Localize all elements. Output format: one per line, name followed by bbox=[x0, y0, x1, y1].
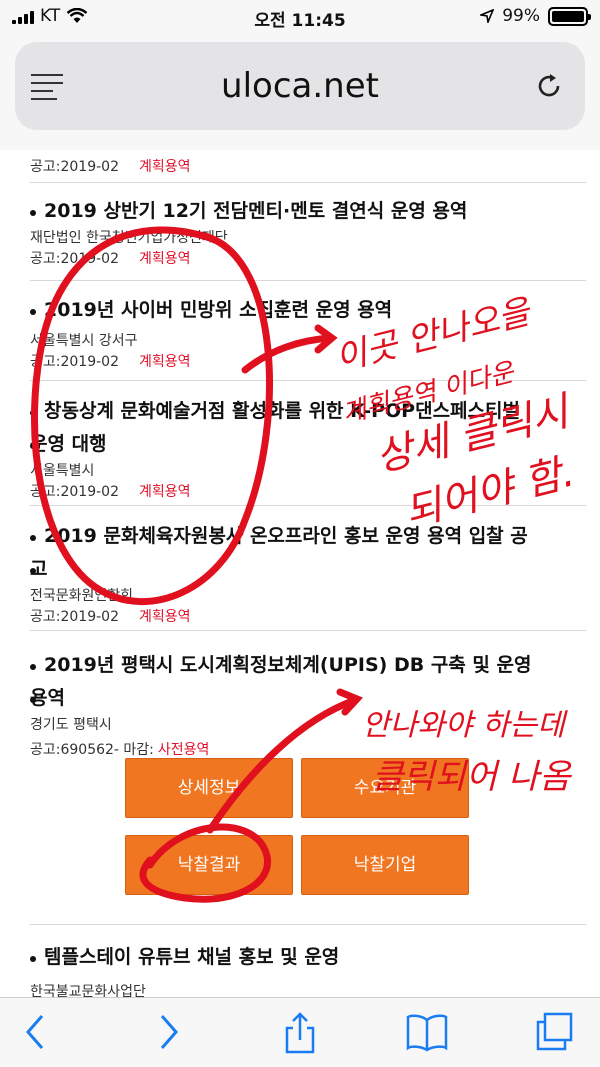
page-content: 공고:2019-02 계획용역 2019 상반기 12기 전담멘티·멘토 결연식 … bbox=[0, 150, 600, 997]
list-item[interactable]: 2019 상반기 12기 전담멘티·멘토 결연식 운영 용역 재단법인 한국청년… bbox=[30, 183, 586, 281]
item-title[interactable]: 2019년 사이버 민방위 소집훈련 운영 용역 bbox=[30, 294, 586, 327]
item-org: 경기도 평택시 bbox=[30, 717, 112, 733]
item-tag: 계획용역 bbox=[138, 251, 191, 267]
item-org: 서울특별시 bbox=[30, 463, 95, 479]
item-date: 공고:2019-02 bbox=[30, 609, 119, 625]
reload-icon[interactable] bbox=[537, 72, 563, 100]
battery-percent: 99% bbox=[502, 6, 540, 26]
item-date: 공고:2019-02 bbox=[30, 159, 119, 175]
item-meta: 공고:2019-02 계획용역 bbox=[30, 157, 586, 178]
item-org: 한국불교문화사업단 bbox=[30, 984, 146, 997]
item-meta: 공고:2019-02 계획용역 bbox=[30, 249, 586, 270]
battery-icon bbox=[548, 6, 591, 26]
item-title-line1[interactable]: 2019년 평택시 도시계획정보체계(UPIS) DB 구축 및 운영 bbox=[30, 649, 586, 682]
item-title-line1[interactable]: 창동상계 문화예술거점 활성화를 위한 K-POP댄스페스티벌 bbox=[30, 395, 586, 428]
item-date: 공고:2019-02 bbox=[30, 354, 119, 370]
item-title-line1[interactable]: 2019 문화체육자원봉사 온오프라인 홍보 운영 용역 입찰 공 bbox=[30, 520, 586, 553]
item-title-line2[interactable]: 운영 대행 bbox=[30, 428, 586, 461]
winning-company-button[interactable]: 낙찰기업 bbox=[301, 835, 469, 895]
item-org: 서울특별시 강서구 bbox=[30, 333, 138, 349]
item-meta: 공고:2019-02 계획용역 bbox=[30, 607, 586, 628]
item-date: 공고:2019-02 bbox=[30, 251, 119, 267]
item-date: 공고:690562- 마감: bbox=[30, 742, 154, 758]
tabs-icon[interactable] bbox=[535, 1012, 575, 1052]
url-text[interactable]: uloca.net bbox=[15, 66, 585, 106]
demand-agency-button[interactable]: 수요기관 bbox=[301, 758, 469, 818]
forward-icon[interactable] bbox=[158, 1012, 182, 1052]
item-title-line2[interactable]: 용역 bbox=[30, 682, 586, 715]
list-item[interactable]: 2019년 사이버 민방위 소집훈련 운영 용역 서울특별시 강서구 공고:20… bbox=[30, 281, 586, 381]
share-icon[interactable] bbox=[283, 1012, 317, 1054]
address-bar[interactable]: uloca.net bbox=[15, 42, 585, 130]
bottom-toolbar bbox=[0, 997, 600, 1067]
list-item[interactable]: 공고:2019-02 계획용역 bbox=[30, 150, 586, 183]
bid-result-button[interactable]: 낙찰결과 bbox=[125, 835, 293, 895]
item-org: 전국문화원연합회 bbox=[30, 588, 134, 604]
item-title-line2[interactable]: 고 bbox=[30, 553, 586, 586]
bookmarks-icon[interactable] bbox=[405, 1012, 449, 1052]
status-right: 99% bbox=[480, 6, 591, 26]
item-meta: 공고:2019-02 계획용역 bbox=[30, 352, 586, 373]
list-item[interactable]: 2019 문화체육자원봉사 온오프라인 홍보 운영 용역 입찰 공 고 전국문화… bbox=[30, 506, 586, 631]
item-date: 공고:2019-02 bbox=[30, 484, 119, 500]
item-title[interactable]: 2019 상반기 12기 전담멘티·멘토 결연식 운영 용역 bbox=[30, 195, 586, 228]
item-meta: 공고:2019-02 계획용역 bbox=[30, 482, 586, 503]
item-tag: 계획용역 bbox=[138, 609, 191, 625]
location-arrow-icon bbox=[480, 9, 495, 23]
status-bar: KT 오전 11:45 99% bbox=[0, 0, 600, 40]
list-item[interactable]: 템플스테이 유튜브 채널 홍보 및 운영 한국불교문화사업단 bbox=[30, 925, 586, 997]
item-org: 재단법인 한국청년기업가정신재단 bbox=[30, 230, 228, 246]
item-tag: 사전용역 bbox=[157, 742, 210, 758]
item-tag: 계획용역 bbox=[138, 159, 191, 175]
item-tag: 계획용역 bbox=[138, 484, 191, 500]
item-title[interactable]: 템플스테이 유튜브 채널 홍보 및 운영 bbox=[30, 941, 586, 974]
detail-button[interactable]: 상세정보 bbox=[125, 758, 293, 818]
back-icon[interactable] bbox=[22, 1012, 46, 1052]
list-item[interactable]: 창동상계 문화예술거점 활성화를 위한 K-POP댄스페스티벌 운영 대행 서울… bbox=[30, 381, 586, 506]
item-tag: 계획용역 bbox=[138, 354, 191, 370]
